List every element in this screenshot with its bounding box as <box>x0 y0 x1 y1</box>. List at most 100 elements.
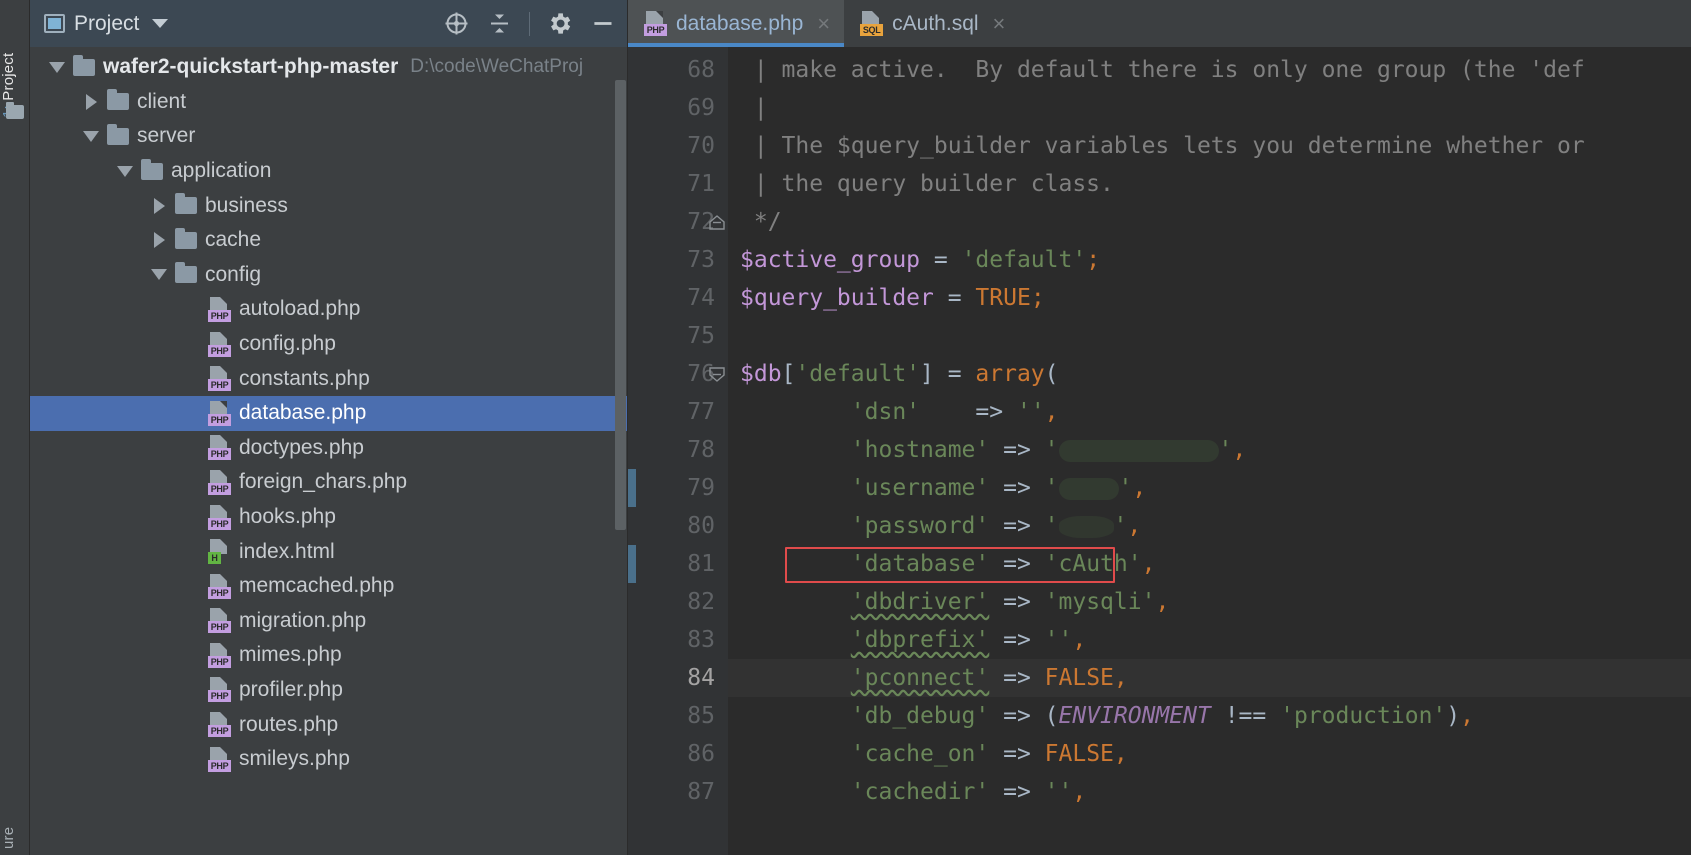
vcs-change-marker[interactable] <box>628 469 636 507</box>
close-icon[interactable]: × <box>993 11 1006 37</box>
line-number: 82 <box>687 589 715 615</box>
tool-tab-structure-label: ure <box>0 826 17 849</box>
editor-tab-bar[interactable]: PHP database.php × SQL cAuth.sql × <box>628 0 1691 47</box>
code-line[interactable]: $query_builder = TRUE; <box>728 279 1691 317</box>
folder-icon <box>138 158 165 180</box>
tree-twisty-collapsed[interactable] <box>146 197 172 214</box>
tree-item-label: index.html <box>239 539 335 563</box>
tab-database-php[interactable]: PHP database.php × <box>628 0 845 47</box>
code-line[interactable]: 'db_debug' => (ENVIRONMENT !== 'producti… <box>728 697 1691 735</box>
tree-row-database-php[interactable]: PHP database.php <box>30 395 628 431</box>
code-viewport[interactable]: | make active. By default there is only … <box>728 47 1691 855</box>
tree-row-business[interactable]: business <box>30 188 628 223</box>
tree-twisty-expanded[interactable] <box>112 165 138 177</box>
tree-row-doctypes-php[interactable]: PHP doctypes.php <box>30 431 628 466</box>
collapse-all-icon[interactable] <box>486 10 513 37</box>
tree-row-index-html[interactable]: Hindex.html <box>30 534 628 569</box>
line-number: 71 <box>687 171 715 197</box>
tree-item-path: D:\code\WeChatProj <box>410 56 584 78</box>
tree-item-label: profiler.php <box>239 677 343 701</box>
gear-icon[interactable] <box>546 10 573 37</box>
code-line[interactable]: $db['default'] = array( <box>728 355 1691 393</box>
php-file-icon: PHP <box>208 400 231 426</box>
folder-icon <box>104 89 131 111</box>
tree-item-label: routes.php <box>239 712 339 736</box>
tree-row-client[interactable]: client <box>30 85 628 120</box>
php-file-icon: PHP <box>208 331 231 357</box>
tree-row-server[interactable]: server <box>30 119 628 154</box>
tree-row-routes-php[interactable]: PHP routes.php <box>30 707 628 742</box>
tree-row-constants-php[interactable]: PHP constants.php <box>30 361 628 396</box>
tree-row-cache[interactable]: cache <box>30 223 628 258</box>
project-panel-scrollbar[interactable] <box>615 80 626 530</box>
tree-row-config-php[interactable]: PHP config.php <box>30 327 628 362</box>
code-line[interactable]: 'dbdriver' => 'mysqli', <box>728 583 1691 621</box>
tree-item-label: constants.php <box>239 366 370 390</box>
code-line[interactable]: $active_group = 'default'; <box>728 241 1691 279</box>
tree-twisty-expanded[interactable] <box>146 269 172 281</box>
tab-cauth-sql[interactable]: SQL cAuth.sql × <box>844 0 1019 47</box>
tree-row-autoload-php[interactable]: PHP autoload.php <box>30 292 628 327</box>
folder-icon <box>172 262 199 284</box>
tree-item-label: doctypes.php <box>239 435 364 459</box>
tree-row-profiler-php[interactable]: PHP profiler.php <box>30 673 628 708</box>
tree-item-label: mimes.php <box>239 643 342 667</box>
tree-row-foreign-chars-php[interactable]: PHP foreign_chars.php <box>30 465 628 500</box>
code-line[interactable]: 'cachedir' => '', <box>728 773 1691 811</box>
tool-window-strip: 1: Project ure <box>0 0 30 855</box>
folder-icon <box>172 193 199 215</box>
tree-twisty-collapsed[interactable] <box>78 93 104 110</box>
php-file-icon: PHP <box>208 573 231 599</box>
code-line[interactable] <box>728 317 1691 355</box>
locate-icon[interactable] <box>443 10 470 37</box>
tree-item-label: hooks.php <box>239 505 336 529</box>
tree-twisty-expanded[interactable] <box>78 130 104 142</box>
code-fold-icon[interactable] <box>708 213 726 231</box>
tree-row-memcached-php[interactable]: PHP memcached.php <box>30 569 628 604</box>
tree-row-application[interactable]: application <box>30 154 628 189</box>
tree-twisty-expanded[interactable] <box>44 61 70 73</box>
tool-tab-structure[interactable]: ure <box>0 769 30 849</box>
code-line[interactable]: 'hostname' => ' ', <box>728 431 1691 469</box>
code-line[interactable]: */ <box>728 203 1691 241</box>
code-line[interactable]: 'password' => ' ', <box>728 507 1691 545</box>
tree-row-mimes-php[interactable]: PHP mimes.php <box>30 638 628 673</box>
close-icon[interactable]: × <box>817 11 830 37</box>
project-tool-window: Project wafer2-quickstart-php-master D:\… <box>30 0 628 855</box>
code-line[interactable]: | <box>728 89 1691 127</box>
vcs-change-marker[interactable] <box>628 545 636 583</box>
line-number: 74 <box>687 285 715 311</box>
tree-item-label: business <box>205 193 288 217</box>
code-line[interactable]: | the query builder class. <box>728 165 1691 203</box>
tree-item-label: client <box>137 89 187 113</box>
tool-tab-project[interactable]: 1: Project <box>0 8 30 118</box>
code-fold-icon[interactable] <box>708 365 726 383</box>
line-number: 68 <box>687 57 715 83</box>
line-number: 86 <box>687 741 715 767</box>
tree-row-migration-php[interactable]: PHP migration.php <box>30 604 628 639</box>
tree-row-hooks-php[interactable]: PHP hooks.php <box>30 500 628 535</box>
toolbar-separator <box>529 11 530 36</box>
line-number: 73 <box>687 247 715 273</box>
tree-item-label: migration.php <box>239 608 367 632</box>
code-line[interactable]: 'database' => 'cAuth', <box>728 545 1691 583</box>
project-panel-title-box[interactable]: Project <box>44 12 169 36</box>
tree-twisty-collapsed[interactable] <box>146 232 172 249</box>
php-file-icon: PHP <box>208 608 231 634</box>
project-file-tree[interactable]: wafer2-quickstart-php-master D:\code\WeCh… <box>30 47 628 855</box>
tree-row-smileys-php[interactable]: PHP smileys.php <box>30 742 628 777</box>
php-file-icon: PHP <box>208 435 231 461</box>
hide-window-icon[interactable] <box>589 10 616 37</box>
code-line[interactable]: 'cache_on' => FALSE, <box>728 735 1691 773</box>
tree-row-wafer2-quickstart-php-master[interactable]: wafer2-quickstart-php-master D:\code\WeCh… <box>30 50 628 85</box>
chevron-down-icon[interactable] <box>152 19 169 28</box>
code-line[interactable]: 'dbprefix' => '', <box>728 621 1691 659</box>
code-line[interactable]: | The $query_builder variables lets you … <box>728 127 1691 165</box>
line-number: 75 <box>687 323 715 349</box>
code-line[interactable]: 'username' => ' ', <box>728 469 1691 507</box>
code-line[interactable]: | make active. By default there is only … <box>728 51 1691 89</box>
editor-gutter[interactable]: 68 69 70 71 72 73 74 75 76 77 78 79 80 81 82 83 84 85 86 87 <box>628 47 728 855</box>
code-line[interactable]: 'dsn' => '', <box>728 393 1691 431</box>
tree-row-config[interactable]: config <box>30 258 628 293</box>
code-line[interactable]: 'pconnect' => FALSE, <box>728 659 1691 697</box>
